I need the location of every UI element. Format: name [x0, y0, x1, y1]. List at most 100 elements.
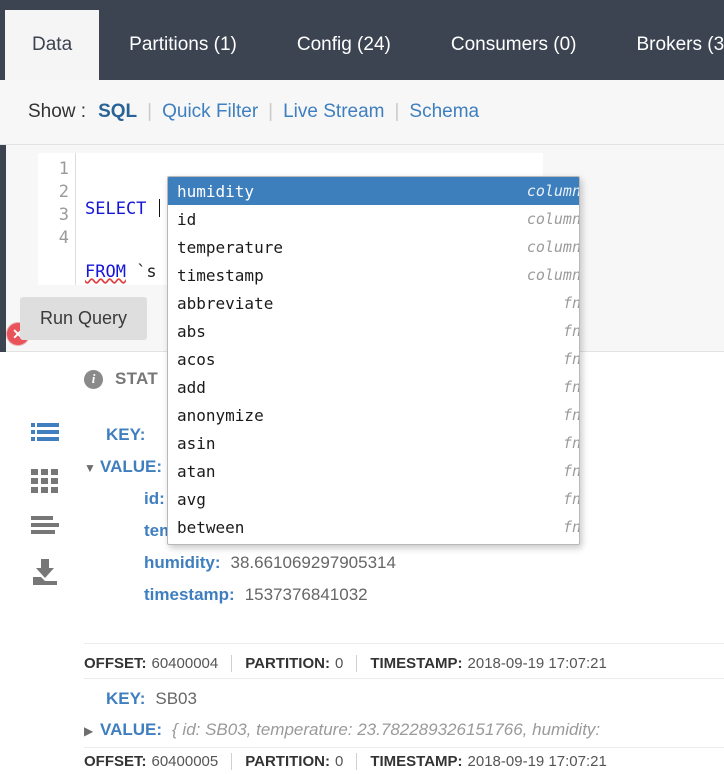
value-preview: { id: SB03, temperature: 23.782289326151… — [172, 720, 601, 739]
line-number: 4 — [58, 228, 69, 248]
run-query-button[interactable]: Run Query — [20, 297, 148, 340]
sql-text: `s — [125, 262, 157, 282]
timestamp-label: TIMESTAMP: — [370, 753, 463, 770]
view-mode-rail — [30, 419, 64, 603]
autocomplete-item[interactable]: humidity column — [168, 177, 579, 205]
line-number: 2 — [58, 182, 69, 202]
field-label: humidity: — [144, 553, 221, 572]
autocomplete-item-kind: fn — [562, 462, 580, 480]
field-value: 1537376841032 — [244, 585, 368, 604]
meta-divider — [231, 753, 233, 770]
autocomplete-item[interactable]: between fn — [168, 513, 579, 541]
autocomplete-item[interactable]: id column — [168, 205, 579, 233]
show-label: Show : — [28, 101, 87, 122]
partition-label: PARTITION: — [245, 655, 330, 672]
line-number: 1 — [58, 159, 69, 179]
status-text: STAT — [115, 369, 159, 388]
tab-consumers[interactable]: Consumers (0) — [421, 10, 607, 80]
show-link-sql[interactable]: SQL — [98, 101, 137, 123]
autocomplete-item-kind: fn — [562, 294, 580, 312]
field-label: id: — [144, 489, 165, 508]
autocomplete-item[interactable]: avg fn — [168, 485, 579, 513]
autocomplete-item[interactable]: timestamp column — [168, 261, 579, 289]
tab-config[interactable]: Config (24) — [267, 10, 421, 80]
autocomplete-item-name: acos — [177, 349, 216, 369]
autocomplete-item-kind: column — [526, 182, 580, 200]
partition-value: 0 — [334, 753, 344, 770]
autocomplete-item-kind: fn — [562, 378, 580, 396]
timestamp-label: TIMESTAMP: — [370, 655, 463, 672]
chevron-right-icon[interactable]: ▶ — [84, 724, 100, 738]
left-accent-rail — [0, 145, 6, 352]
tab-label: Data — [32, 34, 73, 55]
sql-keyword: FROM — [85, 262, 126, 282]
autocomplete-item-name: timestamp — [177, 265, 264, 285]
offset-value: 60400004 — [151, 655, 219, 672]
autocomplete-item-kind: fn — [562, 518, 580, 536]
partition-label: PARTITION: — [245, 753, 330, 770]
tab-label: Brokers (3) — [636, 34, 724, 55]
list-view-icon[interactable] — [30, 419, 60, 449]
autocomplete-item[interactable]: add fn — [168, 373, 579, 401]
text-caret — [158, 199, 160, 217]
autocomplete-item-kind: fn — [562, 350, 580, 368]
row-divider — [84, 678, 724, 679]
offset-label: OFFSET: — [84, 655, 147, 672]
autocomplete-item[interactable]: atan fn — [168, 457, 579, 485]
tab-data[interactable]: Data — [5, 10, 100, 80]
line-number: 3 — [58, 205, 69, 225]
autocomplete-item[interactable]: asin fn — [168, 429, 579, 457]
autocomplete-item[interactable]: abbreviate fn — [168, 289, 579, 317]
toolbar-divider: | — [394, 101, 400, 122]
autocomplete-item-kind: fn — [562, 434, 580, 452]
timestamp-value: 2018-09-19 17:07:21 — [467, 655, 607, 672]
autocomplete-item[interactable]: acos fn — [168, 345, 579, 373]
autocomplete-item-kind: fn — [562, 406, 580, 424]
autocomplete-item[interactable]: anonymize fn — [168, 401, 579, 429]
grid-view-icon[interactable] — [30, 465, 60, 495]
autocomplete-item-name: abs — [177, 321, 206, 341]
show-toolbar: Show : SQL | Quick Filter | Live Stream … — [0, 80, 724, 145]
key-label: KEY: — [106, 689, 146, 708]
info-icon: i — [84, 369, 103, 389]
meta-row-2: OFFSET: 60400005 PARTITION: 0 TIMESTAMP:… — [84, 753, 607, 770]
show-link-live-stream[interactable]: Live Stream — [283, 101, 384, 123]
key-label: KEY: — [106, 425, 146, 444]
download-icon[interactable] — [30, 557, 60, 587]
autocomplete-item-kind: column — [526, 210, 580, 228]
tab-brokers[interactable]: Brokers (3) — [607, 10, 724, 80]
tab-label: Consumers (0) — [450, 34, 577, 55]
autocomplete-item-name: between — [177, 517, 245, 537]
tab-bar: Data Partitions (1) Config (24) Consumer… — [0, 0, 724, 80]
field-row-timestamp: timestamp: 1537376841032 — [84, 585, 724, 605]
tab-partitions[interactable]: Partitions (1) — [99, 10, 267, 80]
tab-label: Config (24) — [296, 34, 391, 55]
text-view-icon[interactable] — [30, 511, 60, 541]
row-divider — [84, 747, 724, 748]
meta-divider — [356, 655, 358, 672]
record-2: KEY: SB03 ▶ VALUE: { id: SB03, temperatu… — [84, 689, 724, 740]
field-row-humidity: humidity: 38.661069297905314 — [84, 553, 724, 573]
sql-keyword: SELECT — [85, 199, 147, 219]
show-link-quick-filter[interactable]: Quick Filter — [162, 101, 258, 123]
record-key-row: KEY: SB03 — [84, 689, 724, 709]
offset-label: OFFSET: — [84, 753, 147, 770]
editor-gutter: 1 2 3 4 — [38, 153, 76, 285]
record-value-row[interactable]: ▶ VALUE: { id: SB03, temperature: 23.782… — [84, 720, 724, 740]
autocomplete-item-kind: fn — [562, 490, 580, 508]
meta-divider — [356, 753, 358, 770]
row-divider — [84, 643, 724, 644]
autocomplete-item-name: atan — [177, 461, 216, 481]
value-label: VALUE: — [100, 720, 163, 739]
autocomplete-item-name: anonymize — [177, 405, 264, 425]
autocomplete-item[interactable]: temperature column — [168, 233, 579, 261]
meta-row-1: OFFSET: 60400004 PARTITION: 0 TIMESTAMP:… — [84, 655, 607, 672]
value-label: VALUE: — [100, 457, 163, 476]
show-link-schema[interactable]: Schema — [409, 101, 479, 123]
chevron-down-icon[interactable]: ▼ — [84, 461, 100, 475]
autocomplete-item[interactable]: abs fn — [168, 317, 579, 345]
meta-divider — [231, 655, 233, 672]
autocomplete-dropdown[interactable]: humidity column id column temperature column t… — [167, 176, 580, 545]
key-value: SB03 — [155, 689, 197, 708]
